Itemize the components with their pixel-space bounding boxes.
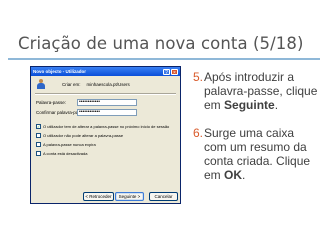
title-divider	[8, 58, 320, 60]
checkbox-account-disabled[interactable]	[36, 151, 41, 156]
create-in-row: Criar em: minhaescola.pt/Users	[36, 79, 130, 89]
cancel-button[interactable]: Cancelar	[149, 192, 178, 201]
option-must-change-password[interactable]: ✓ O utilizador tem de alterar a palavra-…	[36, 124, 169, 129]
step-item: 5. Após introduzir a palavra-passe, cliq…	[193, 70, 320, 112]
confirm-password-field[interactable]: ••••••••••••	[77, 109, 137, 116]
slide-title: Criação de uma nova conta (5/18)	[18, 34, 304, 53]
option-never-expires[interactable]: A palavra-passe nunca expira	[36, 142, 96, 147]
create-in-value: minhaescola.pt/Users	[86, 81, 130, 87]
option-label: A palavra-passe nunca expira	[43, 142, 96, 147]
step-emphasis: Seguinte	[224, 98, 275, 112]
step-text-end: .	[274, 98, 279, 112]
option-label: O utilizador tem de alterar a palavra-pa…	[43, 124, 170, 129]
option-account-disabled[interactable]: A conta está desactivada	[36, 151, 87, 156]
checkbox-must-change[interactable]: ✓	[36, 124, 41, 129]
checkbox-cannot-change[interactable]	[36, 133, 41, 138]
password-field[interactable]: ••••••••••••	[77, 99, 137, 106]
user-icon	[36, 79, 46, 89]
create-in-label: Criar em:	[62, 81, 81, 87]
step-text: Surge uma caixa com um resumo da conta c…	[204, 126, 311, 182]
instruction-steps: 5. Após introduzir a palavra-passe, cliq…	[193, 70, 320, 196]
password-label: Palavra-passe:	[36, 100, 67, 105]
next-button[interactable]: Seguinte >	[115, 192, 144, 201]
step-text-end: .	[242, 168, 246, 182]
step-number: 5.	[193, 70, 204, 84]
option-cannot-change-password[interactable]: O utilizador não pode alterar a palavra-…	[36, 133, 123, 138]
step-emphasis: OK	[224, 168, 243, 182]
dialog-title: Novo objecto - Utilizador	[33, 69, 87, 74]
close-button[interactable]: ×	[171, 68, 178, 76]
dialog-titlebar[interactable]: Novo objecto - Utilizador ? ×	[31, 67, 180, 76]
step-item: 6. Surge uma caixa com um resumo da cont…	[193, 126, 320, 182]
option-label: A conta está desactivada	[43, 151, 88, 156]
step-number: 6.	[193, 126, 204, 140]
back-button[interactable]: < Retroceder	[83, 192, 114, 201]
checkbox-never-expires[interactable]	[36, 142, 41, 147]
dialog-separator	[35, 93, 176, 95]
option-label: O utilizador não pode alterar a palavra-…	[43, 133, 124, 138]
new-user-dialog: Novo objecto - Utilizador ? × Criar em: …	[30, 66, 181, 204]
help-button[interactable]: ?	[163, 68, 170, 76]
